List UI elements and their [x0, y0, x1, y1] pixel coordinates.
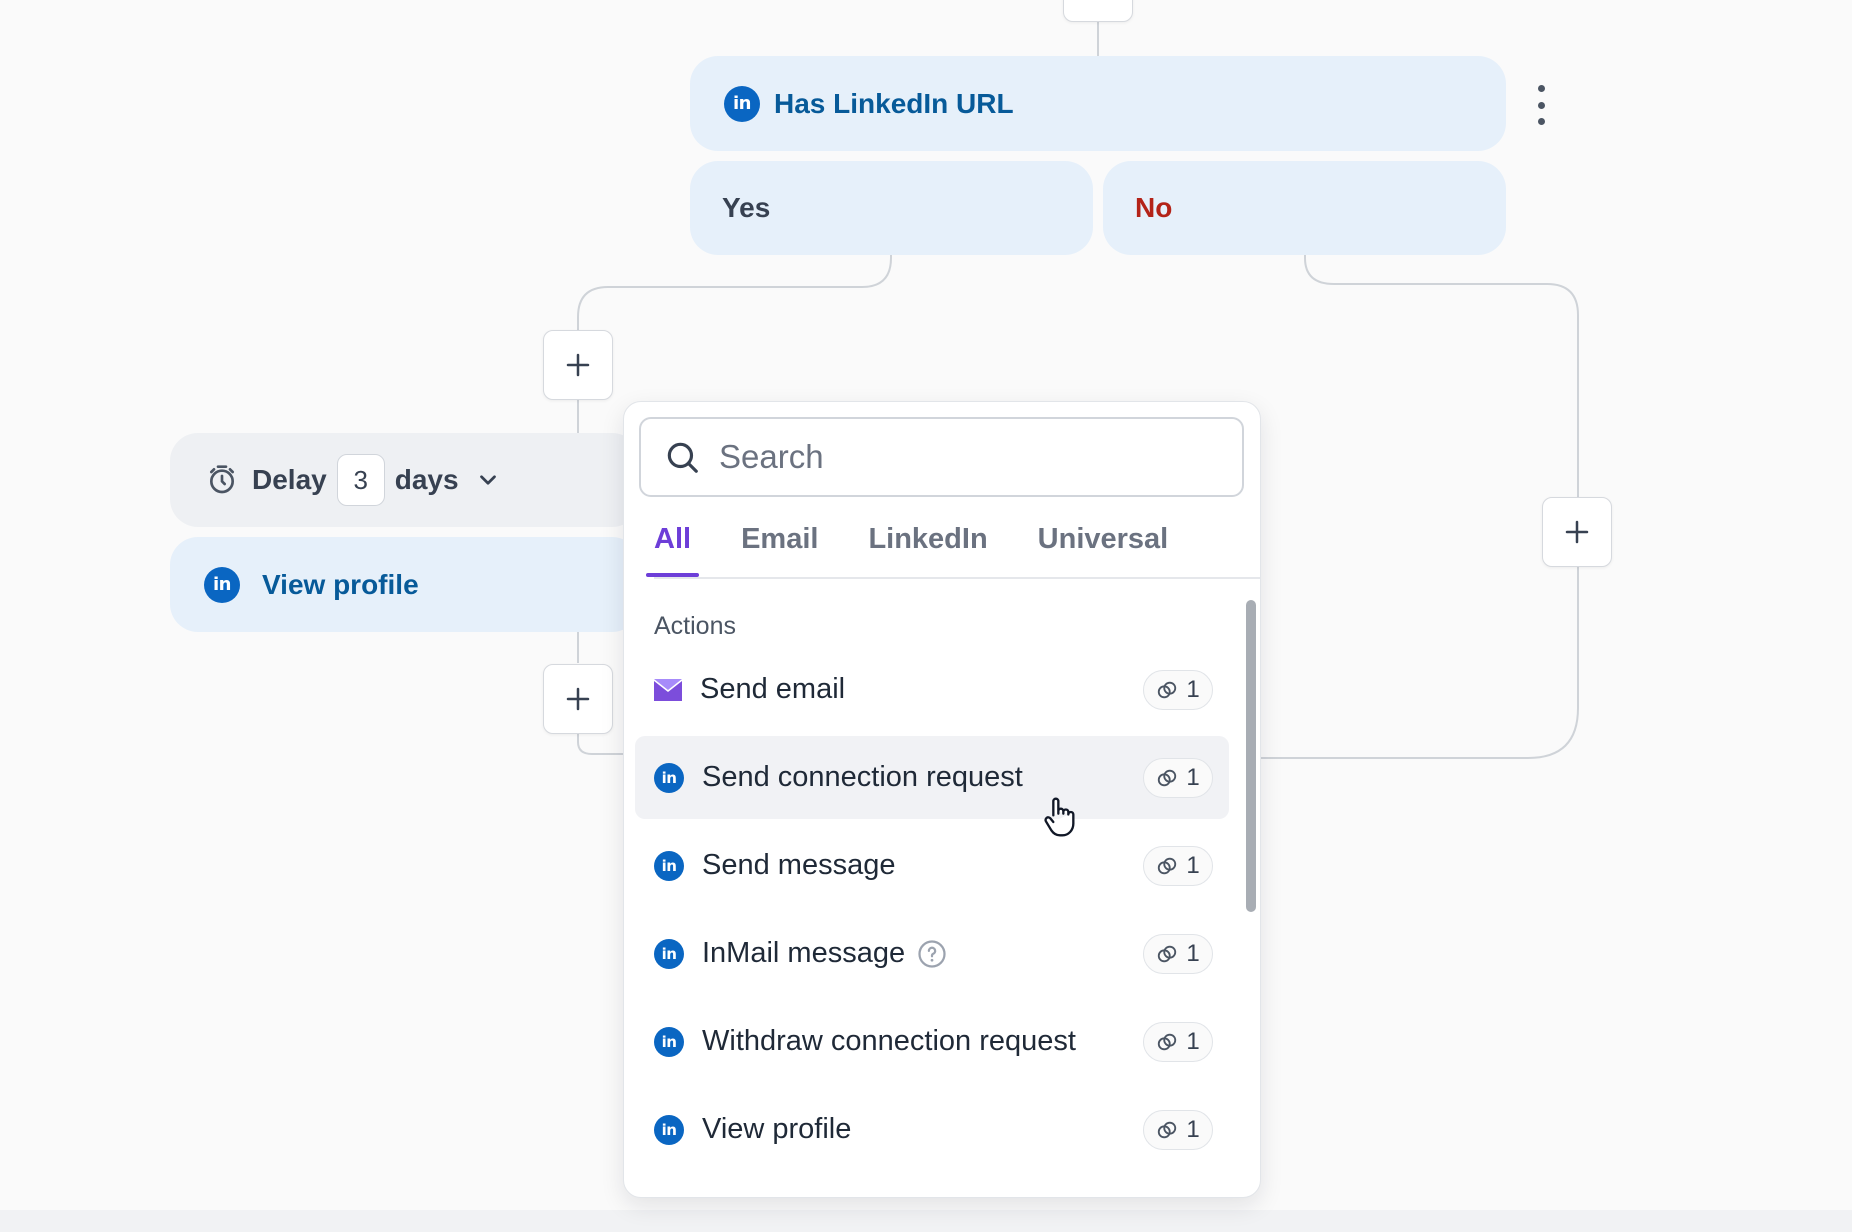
add-step-button-top[interactable] [1063, 0, 1133, 22]
branch-yes[interactable]: Yes [690, 161, 1093, 255]
action-item-label: InMail message [702, 937, 906, 969]
linkedin-icon: in [654, 1026, 684, 1057]
credit-count: 1 [1186, 763, 1200, 791]
timer-icon [210, 465, 234, 494]
action-item-send-connection-request[interactable]: in Send connection request 1 [635, 736, 1229, 819]
view-profile-node[interactable]: in View profile [170, 537, 640, 632]
action-item-label: Withdraw connection request [702, 1025, 1076, 1057]
canvas-bottom-band [0, 1210, 1852, 1232]
credit-count: 1 [1186, 1027, 1200, 1055]
credit-badge: 1 [1143, 1021, 1213, 1062]
action-item-view-profile[interactable]: in View profile 1 [635, 1088, 1229, 1171]
action-list-scrollbar[interactable] [1246, 600, 1256, 912]
branch-no[interactable]: No [1103, 161, 1506, 255]
delay-node[interactable]: Delay 3 days [170, 433, 640, 527]
action-item-send-message[interactable]: in Send message 1 [635, 824, 1229, 907]
credit-badge: 1 [1143, 757, 1213, 798]
credit-badge: 1 [1143, 669, 1213, 710]
action-list: Send email 1 in Send connection request … [635, 648, 1229, 1176]
branch-no-label: No [1135, 192, 1173, 223]
tab-universal[interactable]: Universal [1038, 502, 1169, 577]
add-step-button-no[interactable] [1542, 497, 1612, 567]
category-tabs: All Email LinkedIn Universal [645, 502, 1260, 577]
credits-icon [1158, 945, 1177, 962]
linkedin-icon: in [654, 1114, 684, 1145]
credits-icon [1158, 769, 1177, 786]
credits-icon [1158, 857, 1177, 874]
condition-node-title: Has LinkedIn URL [774, 87, 1014, 119]
linkedin-icon: in [724, 85, 760, 122]
email-icon [654, 678, 682, 701]
plus-icon [1083, 0, 1113, 2]
workflow-canvas: in Has LinkedIn URL Yes No Delay 3 days … [0, 0, 1852, 1232]
credit-count: 1 [1186, 939, 1200, 967]
plus-icon [566, 687, 590, 711]
credit-count: 1 [1186, 851, 1200, 879]
chevron-down-icon[interactable] [475, 467, 501, 493]
credit-badge: 1 [1143, 933, 1213, 974]
tab-email[interactable]: Email [741, 502, 818, 577]
add-step-button-yes[interactable] [543, 330, 613, 400]
action-picker-dropdown: All Email LinkedIn Universal Actions Sen… [623, 401, 1261, 1198]
action-item-label: View profile [702, 1113, 852, 1145]
search-box[interactable] [639, 417, 1244, 497]
section-title-actions: Actions [654, 612, 736, 640]
linkedin-icon: in [654, 850, 684, 881]
view-profile-node-label: View profile [262, 568, 419, 600]
delay-days-input[interactable]: 3 [336, 454, 385, 506]
tab-linkedin[interactable]: LinkedIn [868, 502, 987, 577]
condition-node[interactable]: in Has LinkedIn URL [690, 56, 1506, 151]
credit-count: 1 [1186, 1115, 1200, 1143]
plus-icon [566, 353, 590, 377]
delay-unit-label: days [394, 464, 459, 495]
linkedin-icon: in [654, 938, 684, 969]
action-item-inmail-message[interactable]: in InMail message 1 [635, 912, 1229, 995]
tabs-divider [654, 577, 1260, 579]
credits-icon [1158, 1033, 1177, 1050]
tab-all[interactable]: All [645, 502, 700, 577]
action-item-withdraw-connection-request[interactable]: in Withdraw connection request 1 [635, 1000, 1229, 1083]
credits-icon [1158, 1121, 1177, 1138]
delay-label: Delay [252, 464, 327, 495]
hand-cursor-icon [1044, 797, 1075, 837]
branch-yes-label: Yes [722, 192, 771, 223]
linkedin-icon: in [204, 566, 240, 603]
action-item-label: Send email [700, 673, 846, 705]
credit-badge: 1 [1143, 1109, 1213, 1150]
search-input[interactable] [717, 437, 1201, 477]
credits-icon [1158, 681, 1177, 698]
action-item-label: Send connection request [702, 761, 1023, 793]
plus-icon [1565, 520, 1589, 544]
action-item-label: Send message [702, 849, 896, 881]
linkedin-icon: in [654, 762, 684, 793]
help-icon[interactable] [917, 939, 947, 969]
search-icon [667, 442, 698, 473]
more-options-icon[interactable] [1526, 85, 1556, 125]
action-item-send-email[interactable]: Send email 1 [635, 648, 1229, 731]
add-step-button-after-view-profile[interactable] [543, 664, 613, 734]
credit-badge: 1 [1143, 845, 1213, 886]
credit-count: 1 [1186, 675, 1200, 703]
